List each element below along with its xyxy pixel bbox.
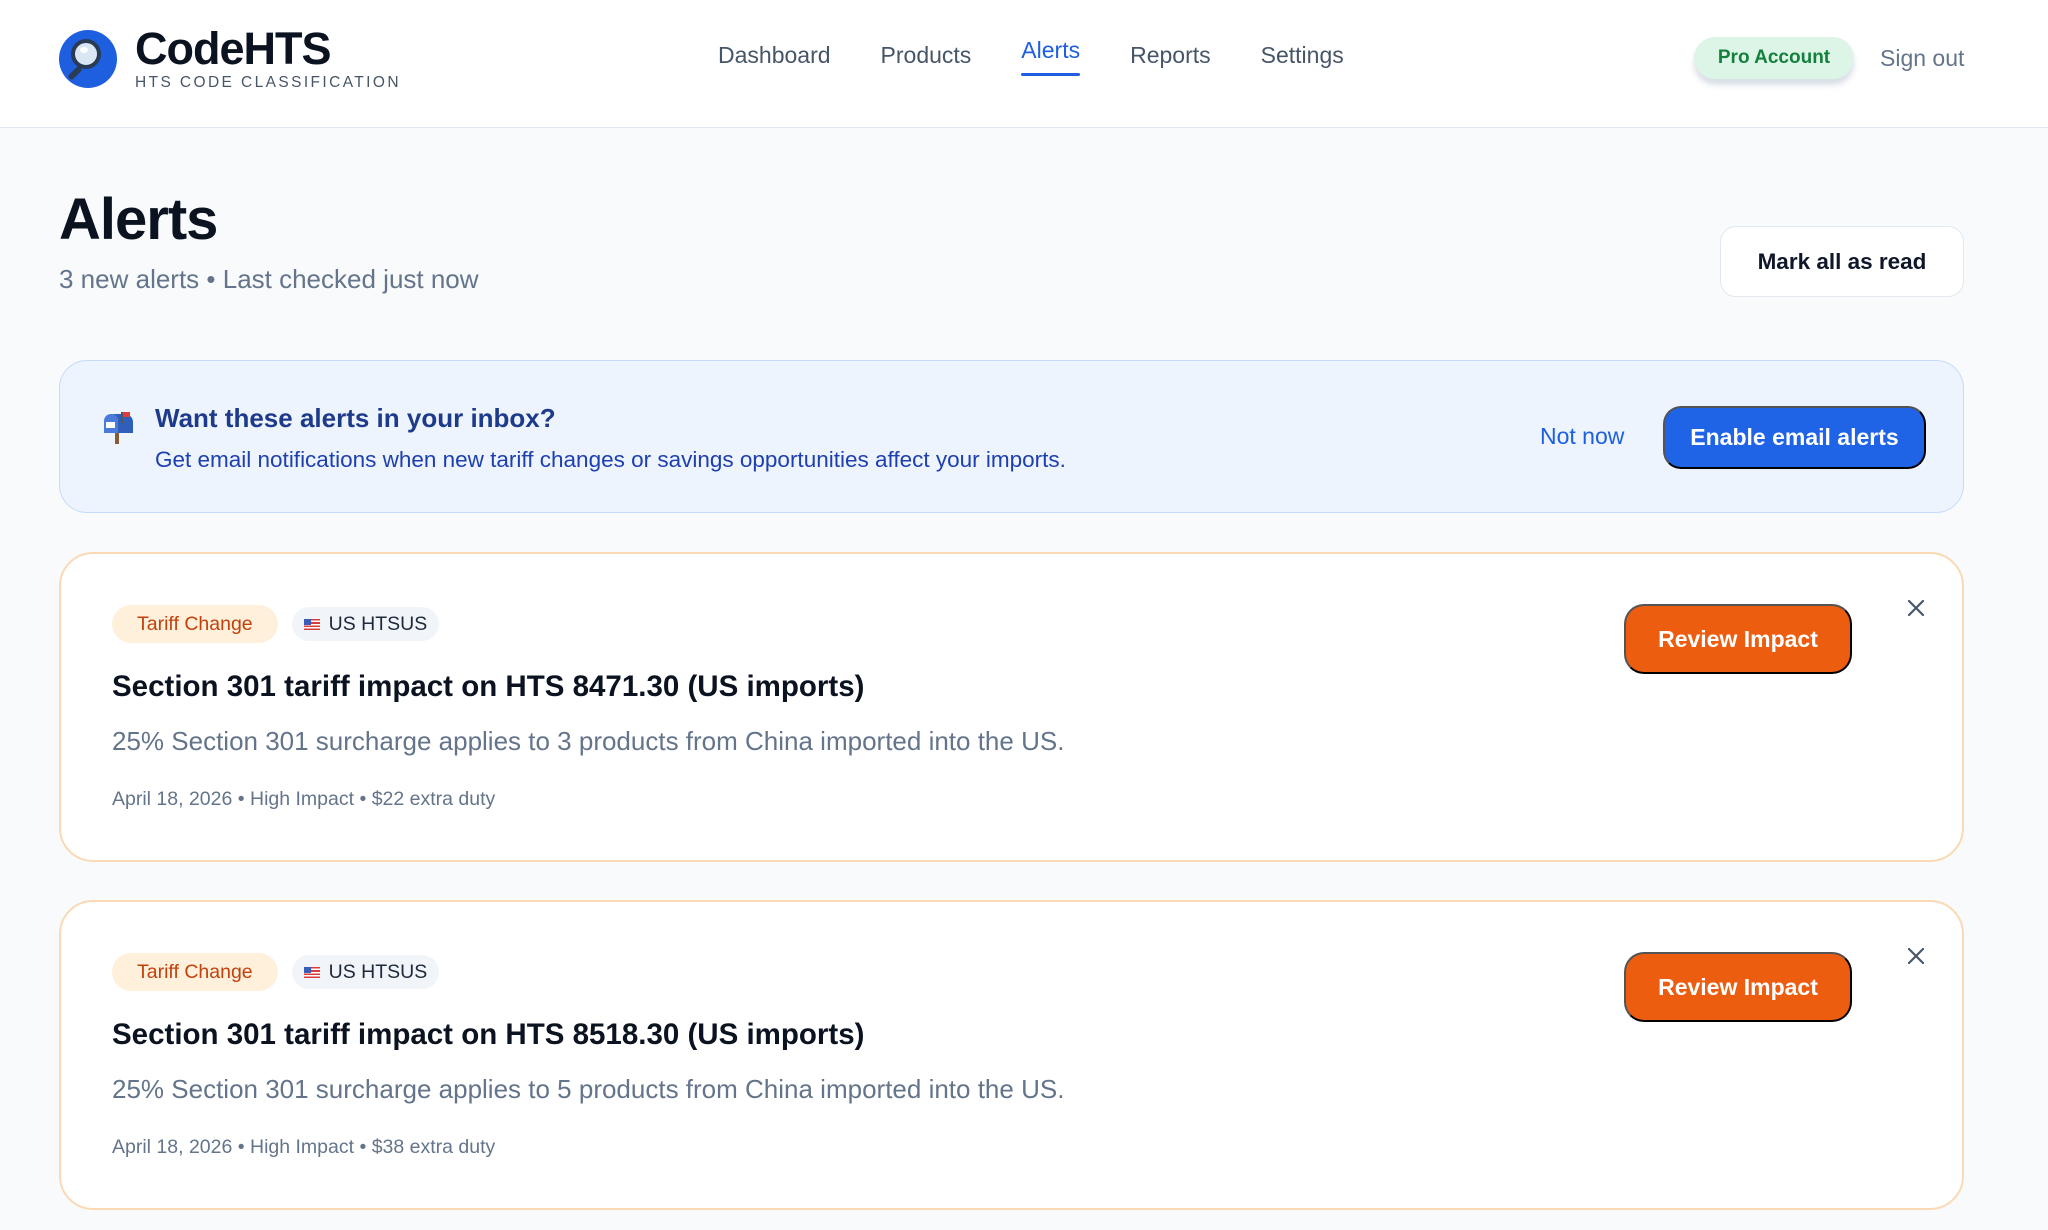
region-label: US HTSUS xyxy=(328,613,428,635)
us-flag-icon xyxy=(303,966,320,978)
brand-logo[interactable]: CodeHTS HTS CODE CLASSIFICATION xyxy=(59,26,401,92)
review-impact-button[interactable]: Review Impact xyxy=(1624,604,1852,674)
email-alerts-banner: Want these alerts in your inbox? Get ema… xyxy=(59,360,1964,513)
alert-tags: Tariff Change US HTSUS xyxy=(112,953,440,991)
alert-tags: Tariff Change US HTSUS xyxy=(112,605,440,643)
alert-type-badge: Tariff Change xyxy=(112,605,278,643)
not-now-link[interactable]: Not now xyxy=(1540,423,1624,450)
nav-alerts[interactable]: Alerts xyxy=(1021,37,1080,76)
close-icon[interactable] xyxy=(1904,944,1928,968)
nav-dashboard[interactable]: Dashboard xyxy=(718,42,831,81)
region-label: US HTSUS xyxy=(328,961,428,983)
mailbox-icon xyxy=(104,412,133,444)
brand-tagline: HTS CODE CLASSIFICATION xyxy=(135,74,401,91)
alert-meta: April 18, 2026 • High Impact • $38 extra… xyxy=(112,1136,496,1158)
alert-description: 25% Section 301 surcharge applies to 3 p… xyxy=(112,726,1065,756)
alert-card: Tariff Change US HTSUS Section 301 tarif… xyxy=(59,900,1964,1210)
close-icon[interactable] xyxy=(1904,596,1928,620)
review-impact-button[interactable]: Review Impact xyxy=(1624,952,1852,1022)
alert-card: Tariff Change US HTSUS Section 301 tarif… xyxy=(59,552,1964,862)
brand-text: CodeHTS HTS CODE CLASSIFICATION xyxy=(135,26,401,92)
region-badge: US HTSUS xyxy=(291,955,440,989)
mark-all-read-button[interactable]: Mark all as read xyxy=(1720,226,1964,297)
pro-account-badge[interactable]: Pro Account xyxy=(1694,37,1854,79)
banner-title: Want these alerts in your inbox? xyxy=(155,403,556,433)
sign-out-link[interactable]: Sign out xyxy=(1880,45,1964,72)
nav-products[interactable]: Products xyxy=(881,42,972,81)
enable-email-alerts-button[interactable]: Enable email alerts xyxy=(1663,406,1926,469)
page-subtitle: 3 new alerts • Last checked just now xyxy=(59,264,479,294)
alert-type-badge: Tariff Change xyxy=(112,953,278,991)
main-nav: Dashboard Products Alerts Reports Settin… xyxy=(718,37,1394,81)
banner-text: Get email notifications when new tariff … xyxy=(155,447,1066,472)
alert-title: Section 301 tariff impact on HTS 8471.30… xyxy=(112,670,865,703)
nav-reports[interactable]: Reports xyxy=(1130,42,1211,81)
page-title: Alerts xyxy=(59,187,218,252)
us-flag-icon xyxy=(303,618,320,630)
region-badge: US HTSUS xyxy=(291,607,440,641)
brand-name: CodeHTS xyxy=(135,23,331,74)
nav-settings[interactable]: Settings xyxy=(1261,42,1344,81)
alert-meta: April 18, 2026 • High Impact • $22 extra… xyxy=(112,788,496,810)
alert-title: Section 301 tariff impact on HTS 8518.30… xyxy=(112,1018,865,1051)
magnifier-logo-icon xyxy=(59,30,117,88)
alert-description: 25% Section 301 surcharge applies to 5 p… xyxy=(112,1074,1065,1104)
top-header: CodeHTS HTS CODE CLASSIFICATION Dashboar… xyxy=(0,0,2048,128)
